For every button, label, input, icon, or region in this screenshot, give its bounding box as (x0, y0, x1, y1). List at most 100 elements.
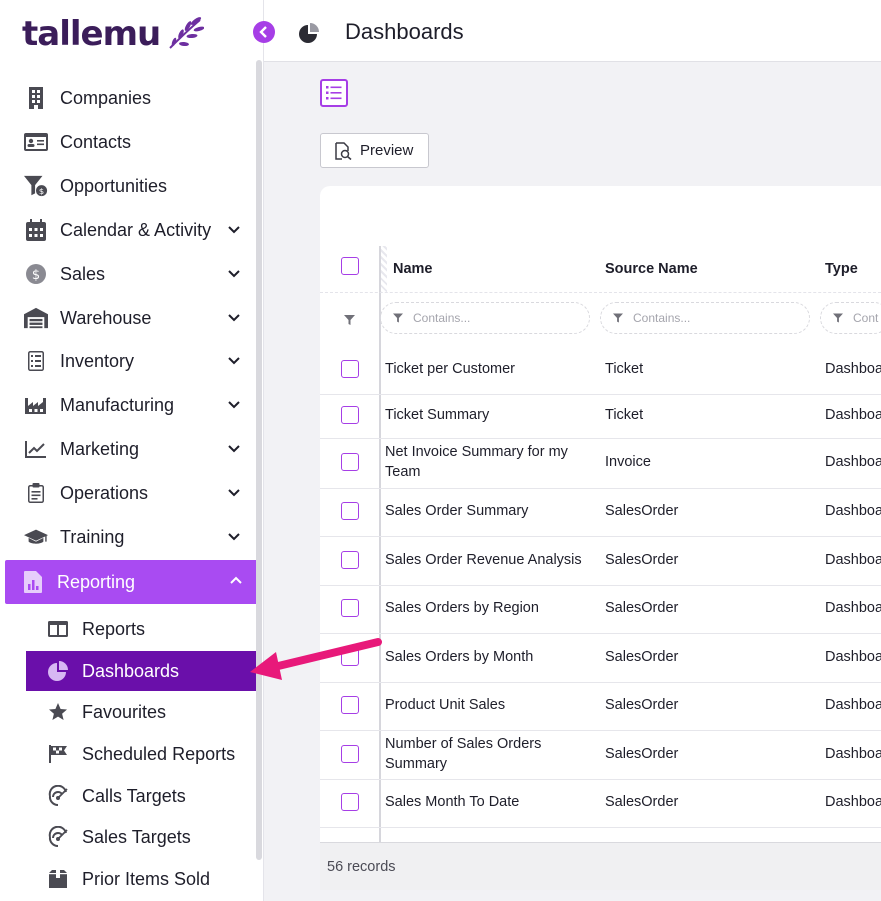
svg-text:$: $ (32, 268, 40, 283)
select-all-checkbox[interactable] (341, 257, 359, 275)
sidebar-item-training[interactable]: Training (8, 517, 258, 557)
collapse-sidebar-button[interactable] (253, 21, 275, 43)
tallemu-logo[interactable]: tallemu (22, 12, 205, 56)
preview-button-label: Preview (360, 142, 414, 159)
sidebar-item-contacts[interactable]: Contacts (8, 122, 258, 162)
name-filter-field[interactable] (380, 302, 590, 334)
sidebar-item-label: Manufacturing (60, 394, 175, 415)
sidebar-item-companies[interactable]: Companies (8, 78, 258, 118)
sidebar-scrollbar[interactable] (256, 60, 262, 860)
chevron-up-icon (230, 576, 242, 584)
source-name-cell: SalesOrder (605, 794, 679, 810)
table-row[interactable]: Sales Month To Date SalesOrder Dashboa (320, 780, 881, 828)
table-row[interactable]: Sales Order Revenue Analysis SalesOrder Da… (320, 537, 881, 586)
row-checkbox[interactable] (341, 599, 359, 617)
sidebar-subitem-label: Sales Targets (82, 826, 191, 847)
row-checkbox[interactable] (341, 406, 359, 424)
sidebar-item-inventory[interactable]: Inventory (8, 341, 258, 381)
source-name-cell: SalesOrder (605, 697, 679, 713)
sidebar-subitem-label: Dashboards (82, 660, 180, 681)
source-name-filter-input[interactable] (633, 311, 783, 325)
sidebar-item-warehouse[interactable]: Warehouse (8, 298, 258, 338)
chevron-down-icon (228, 357, 240, 365)
table-row[interactable]: Ticket per Customer Ticket Dashboa (320, 346, 881, 395)
pie-chart-icon (298, 22, 320, 49)
pointer-arrow-annotation (250, 638, 382, 680)
sidebar-item-calendar-activity[interactable]: Calendar & Activity (8, 210, 258, 250)
sidebar-item-sales[interactable]: $ Sales (8, 254, 258, 294)
table-icon (46, 617, 70, 641)
name-cell: Sales Orders by Month (385, 648, 534, 665)
column-header-type[interactable]: Type (825, 261, 858, 277)
type-filter-input[interactable] (853, 311, 881, 325)
filter-row-divider (320, 292, 881, 293)
sidebar-subitem-sales-targets[interactable]: Sales Targets (26, 817, 258, 857)
graduation-cap-icon (24, 525, 48, 549)
sidebar-subitem-calls-targets[interactable]: Calls Targets (26, 776, 258, 816)
type-cell: Dashboa (825, 745, 881, 762)
sidebar-item-label: Warehouse (60, 307, 152, 328)
sidebar-item-operations[interactable]: Operations (8, 473, 258, 513)
table-row[interactable]: Sales Orders by Month SalesOrder Dashboa (320, 634, 881, 683)
table-row[interactable]: Sales Order Summary SalesOrder Dashboa (320, 489, 881, 537)
preview-button[interactable]: Preview (320, 133, 429, 168)
filter-funnel-icon (613, 313, 623, 323)
table-row[interactable]: Product Unit Sales SalesOrder Dashboa (320, 683, 881, 731)
chevron-down-icon (228, 445, 240, 453)
filter-icon[interactable] (344, 312, 355, 330)
chevron-down-icon (228, 270, 240, 278)
sidebar-item-label: Marketing (60, 438, 140, 459)
sidebar-item-reporting[interactable]: Reporting (5, 560, 260, 604)
chevron-down-icon (228, 489, 240, 497)
type-cell: Dashboa (825, 503, 881, 519)
row-checkbox[interactable] (341, 502, 359, 520)
inventory-list-icon (24, 349, 48, 373)
row-checkbox[interactable] (341, 793, 359, 811)
source-name-cell: Ticket (605, 407, 644, 423)
name-cell: Net Invoice Summary for my Team (385, 444, 568, 480)
column-header-name[interactable]: Name (393, 261, 433, 277)
name-cell: Number of Sales Orders Summary (385, 735, 542, 772)
type-cell: Dashboa (825, 360, 881, 377)
table-row[interactable]: Net Invoice Summary for my Team Invoice Da… (320, 439, 881, 489)
filter-funnel-icon (393, 313, 403, 323)
table-row[interactable]: Number of Sales Orders Summary SalesOrder… (320, 731, 881, 780)
sidebar-item-label: Reporting (57, 571, 136, 592)
sidebar-subitem-favourites[interactable]: Favourites (26, 692, 258, 732)
dashboards-grid: Name Source Name Type Ticket per Custome… (320, 186, 881, 890)
sidebar-subitem-reports[interactable]: Reports (26, 609, 258, 649)
sidebar-item-marketing[interactable]: Marketing (8, 429, 258, 469)
name-cell: Sales Month To Date (385, 794, 520, 810)
chevron-down-icon (228, 533, 240, 541)
type-cell: Dashboa (825, 794, 881, 810)
chevron-down-icon (228, 226, 240, 234)
building-icon (24, 86, 48, 110)
sidebar-item-manufacturing[interactable]: Manufacturing (8, 385, 258, 425)
name-cell: Sales Order Summary (385, 503, 529, 519)
source-name-filter-field[interactable] (600, 302, 810, 334)
table-row[interactable]: Ticket Summary Ticket Dashboa (320, 395, 881, 439)
star-icon (46, 700, 70, 724)
chart-trend-icon (24, 437, 48, 461)
sidebar-item-opportunities[interactable]: $ Opportunities (8, 166, 258, 206)
table-row[interactable]: Sales Orders by Region SalesOrder Dashboa (320, 586, 881, 634)
sidebar-subitem-prior-items-sold[interactable]: Prior Items Sold (26, 859, 258, 899)
funnel-dollar-icon: $ (24, 174, 48, 198)
sidebar-subitem-dashboards[interactable]: Dashboards (26, 651, 258, 691)
grid-footer: 56 records (320, 842, 881, 890)
row-checkbox[interactable] (341, 744, 359, 763)
row-checkbox[interactable] (341, 359, 359, 378)
row-checkbox[interactable] (341, 550, 359, 569)
column-header-source-name[interactable]: Source Name (605, 261, 698, 277)
report-file-icon (21, 570, 45, 594)
sidebar-subitem-scheduled-reports[interactable]: Scheduled Reports (26, 734, 258, 774)
source-name-cell: Ticket (605, 360, 644, 377)
sidebar-subitem-label: Favourites (82, 701, 167, 722)
row-checkbox[interactable] (341, 453, 359, 471)
name-filter-input[interactable] (413, 311, 563, 325)
list-view-toggle[interactable] (320, 79, 348, 107)
row-checkbox[interactable] (341, 696, 359, 714)
sidebar-item-label: Opportunities (60, 175, 168, 196)
type-filter-field[interactable] (820, 302, 881, 334)
filter-funnel-icon (833, 313, 843, 323)
